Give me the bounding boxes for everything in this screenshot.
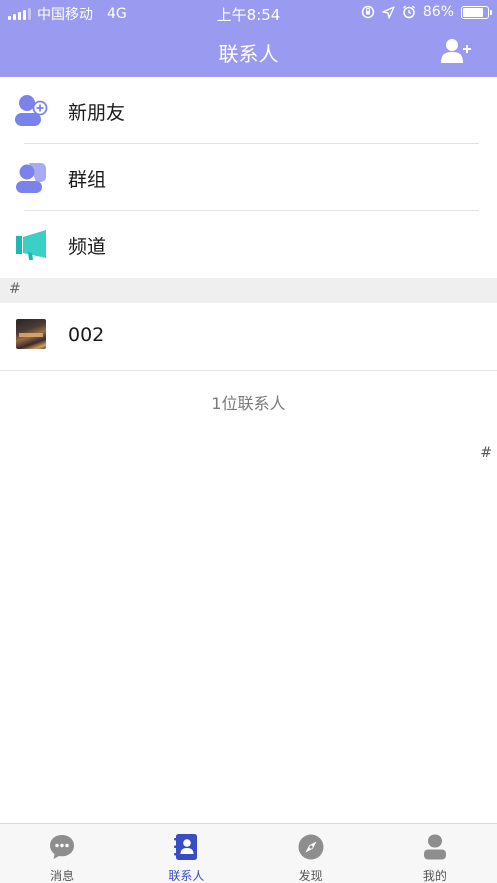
contact-name: 002 xyxy=(68,324,105,346)
tab-label: 发现 xyxy=(298,869,323,883)
battery-fill xyxy=(463,7,484,17)
menu-item-new-friends[interactable]: 新朋友 xyxy=(0,77,497,144)
rotation-lock-icon xyxy=(361,5,375,19)
alarm-icon xyxy=(402,5,415,19)
tab-messages[interactable]: 消息 xyxy=(0,824,124,883)
battery-icon xyxy=(461,5,492,19)
header: 中国移动 4G 上午8:54 86% 联系人 xyxy=(0,0,497,77)
section-header: # xyxy=(0,278,497,303)
nav-bar: 联系人 xyxy=(0,26,497,77)
divider xyxy=(0,370,497,371)
section-header-label: # xyxy=(9,281,21,297)
contact-row[interactable]: 002 xyxy=(0,303,497,370)
page-title: 联系人 xyxy=(218,42,279,66)
tab-contacts[interactable]: 联系人 xyxy=(124,824,248,883)
add-contact-icon[interactable] xyxy=(441,38,471,64)
group-icon xyxy=(16,163,46,193)
menu-item-label: 新朋友 xyxy=(68,102,126,124)
battery-percent: 86% xyxy=(422,4,454,20)
tab-label: 我的 xyxy=(422,869,447,883)
tab-label: 联系人 xyxy=(168,869,205,883)
location-icon xyxy=(382,5,395,19)
tab-label: 消息 xyxy=(50,869,75,883)
tab-profile[interactable]: 我的 xyxy=(373,824,497,883)
new-friend-icon xyxy=(15,95,48,126)
tab-discover[interactable]: 发现 xyxy=(249,824,373,883)
avatar xyxy=(16,319,46,349)
contacts-book-icon xyxy=(174,834,198,860)
compass-icon xyxy=(298,834,324,860)
status-bar: 中国移动 4G 上午8:54 86% xyxy=(0,0,497,26)
tab-bar: 消息 联系人 发现 我的 xyxy=(0,823,497,883)
index-bar-item[interactable]: # xyxy=(480,445,492,461)
contact-count: 1位联系人 xyxy=(211,394,286,413)
person-icon xyxy=(423,834,446,860)
status-right: 86% xyxy=(361,4,492,20)
menu-item-label: 频道 xyxy=(68,236,107,258)
menu-item-label: 群组 xyxy=(68,169,107,191)
chat-icon xyxy=(50,835,75,859)
menu-item-channels[interactable]: 频道 xyxy=(0,211,497,278)
channel-icon xyxy=(16,230,46,260)
menu-item-groups[interactable]: 群组 xyxy=(0,144,497,211)
